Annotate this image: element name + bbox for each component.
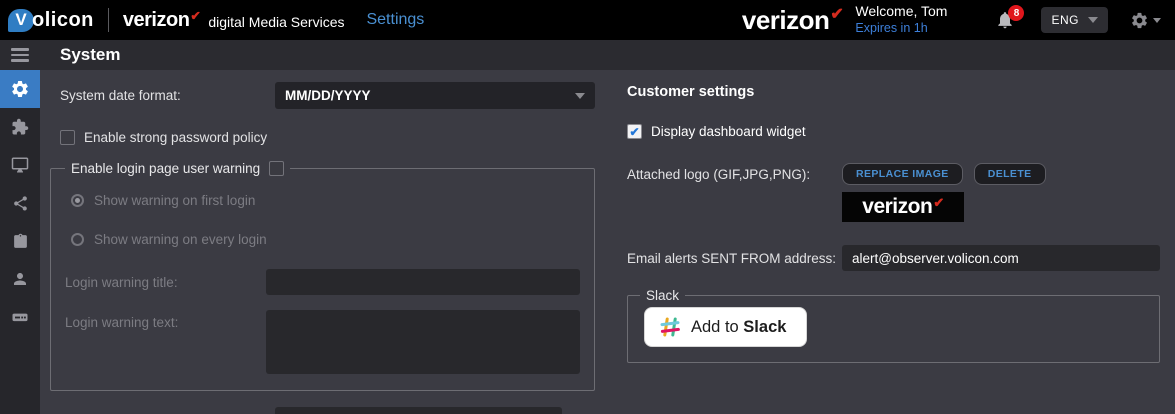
login-warning-label: Enable login page user warning bbox=[71, 161, 261, 176]
system-settings-panel: System date format: MM/DD/YYYY Enable st… bbox=[50, 82, 595, 414]
volicon-logo-text: olicon bbox=[32, 8, 94, 31]
verizon-word: verizon bbox=[122, 8, 190, 31]
sidebar-item-users[interactable] bbox=[0, 260, 40, 298]
replace-image-button[interactable]: REPLACE IMAGE bbox=[842, 163, 963, 185]
volicon-logo-icon: V bbox=[8, 8, 34, 32]
sidebar-item-licenses[interactable] bbox=[0, 298, 40, 336]
warning-text-row: Login warning text: bbox=[65, 310, 580, 374]
verizon-logo-image: verizon ✔ bbox=[862, 195, 944, 219]
sidebar-item-tasks[interactable] bbox=[0, 222, 40, 260]
gear-icon bbox=[12, 81, 28, 97]
first-login-label: Show warning on first login bbox=[94, 193, 256, 208]
welcome-text: Welcome, Tom bbox=[855, 3, 948, 20]
monitor-icon bbox=[11, 157, 29, 173]
strong-password-row: Enable strong password policy bbox=[60, 130, 595, 145]
login-warning-checkbox[interactable] bbox=[269, 161, 285, 176]
warning-text-label: Login warning text: bbox=[65, 315, 179, 330]
strong-password-checkbox[interactable] bbox=[60, 130, 75, 145]
verizon-word: verizon bbox=[741, 4, 830, 35]
customer-settings-heading: Customer settings bbox=[627, 84, 755, 100]
product-name: digital Media Services bbox=[208, 14, 345, 30]
verizon-word: verizon bbox=[862, 195, 933, 218]
warning-title-input bbox=[266, 269, 580, 295]
warning-text-input bbox=[266, 310, 580, 374]
add-to-slack-label: Add to Slack bbox=[691, 317, 787, 336]
page-title-bar: System bbox=[40, 40, 1175, 70]
notification-badge: 8 bbox=[1008, 5, 1025, 21]
verizon-check-icon: ✔ bbox=[190, 8, 201, 23]
every-login-label: Show warning on every login bbox=[94, 232, 267, 247]
delete-logo-button[interactable]: DELETE bbox=[973, 163, 1046, 185]
verizon-check-icon: ✔ bbox=[933, 195, 944, 210]
gear-icon bbox=[1132, 12, 1147, 28]
chevron-down-icon bbox=[575, 92, 585, 99]
volicon-logo[interactable]: V olicon bbox=[8, 8, 94, 32]
license-card-icon bbox=[12, 313, 28, 322]
slack-legend: Slack bbox=[646, 288, 680, 303]
dashboard-widget-row: ✔ Display dashboard widget bbox=[627, 124, 1160, 139]
language-value: ENG bbox=[1051, 13, 1079, 27]
divider bbox=[107, 8, 109, 32]
date-format-label: System date format: bbox=[60, 88, 181, 103]
share-icon bbox=[13, 195, 27, 211]
manual-timeout-row: Manual mode timeout: min bbox=[60, 407, 595, 414]
sidebar-nav bbox=[0, 40, 40, 414]
manual-timeout-input[interactable] bbox=[275, 407, 562, 414]
first-login-radio bbox=[71, 194, 84, 207]
warning-title-row: Login warning title: bbox=[65, 269, 580, 295]
sidebar-item-menu[interactable] bbox=[0, 40, 40, 70]
nav-settings-link[interactable]: Settings bbox=[366, 11, 424, 29]
slack-logo-icon bbox=[660, 317, 680, 337]
session-expires-text: Expires in 1h bbox=[855, 20, 928, 35]
chevron-down-icon bbox=[1153, 17, 1161, 23]
sidebar-item-sharing[interactable] bbox=[0, 184, 40, 222]
warning-title-label: Login warning title: bbox=[65, 274, 178, 290]
email-from-row: Email alerts SENT FROM address: bbox=[627, 245, 1160, 271]
user-session-info: Welcome, Tom Expires in 1h bbox=[855, 3, 947, 36]
page-title: System bbox=[60, 45, 121, 64]
first-login-radio-row: Show warning on first login bbox=[71, 193, 580, 208]
date-format-select[interactable]: MM/DD/YYYY bbox=[275, 82, 595, 109]
settings-menu-button[interactable] bbox=[1130, 11, 1161, 30]
attached-logo-preview: verizon ✔ bbox=[842, 192, 964, 222]
hamburger-icon bbox=[11, 48, 29, 62]
login-warning-legend: Enable login page user warning bbox=[65, 161, 290, 176]
top-bar: V olicon verizon ✔ digital Media Service… bbox=[0, 0, 1175, 40]
login-warning-group: Enable login page user warning Show warn… bbox=[50, 161, 595, 391]
clipboard-icon bbox=[13, 233, 27, 248]
every-login-radio bbox=[71, 233, 84, 246]
customer-settings-panel: Customer settings ✔ Display dashboard wi… bbox=[627, 82, 1160, 414]
strong-password-label: Enable strong password policy bbox=[84, 130, 268, 145]
language-selector[interactable]: ENG bbox=[1041, 7, 1108, 33]
chevron-down-icon bbox=[1088, 17, 1098, 23]
verizon-wordmark: verizon ✔ bbox=[122, 8, 201, 32]
user-icon bbox=[14, 273, 26, 285]
sidebar-item-monitoring[interactable] bbox=[0, 146, 40, 184]
add-to-slack-button[interactable]: Add to Slack bbox=[644, 307, 808, 347]
email-from-input[interactable] bbox=[842, 245, 1160, 271]
verizon-check-icon: ✔ bbox=[830, 4, 844, 23]
attached-logo-row: Attached logo (GIF,JPG,PNG): REPLACE IMA… bbox=[627, 163, 1160, 185]
sidebar-item-plugins[interactable] bbox=[0, 108, 40, 146]
dashboard-widget-label: Display dashboard widget bbox=[651, 124, 806, 139]
every-login-radio-row: Show warning on every login bbox=[71, 232, 580, 247]
dashboard-widget-checkbox[interactable]: ✔ bbox=[627, 124, 642, 139]
email-from-label: Email alerts SENT FROM address: bbox=[627, 250, 837, 266]
attached-logo-label: Attached logo (GIF,JPG,PNG): bbox=[627, 166, 811, 182]
date-format-row: System date format: MM/DD/YYYY bbox=[60, 82, 595, 109]
notifications-button[interactable]: 8 bbox=[995, 5, 1025, 30]
sidebar-item-settings[interactable] bbox=[0, 70, 40, 108]
verizon-wordmark-right: verizon ✔ bbox=[742, 5, 844, 36]
date-format-value: MM/DD/YYYY bbox=[285, 88, 371, 103]
puzzle-icon bbox=[12, 118, 29, 135]
slack-group: Slack Add to Slack bbox=[627, 288, 1160, 363]
